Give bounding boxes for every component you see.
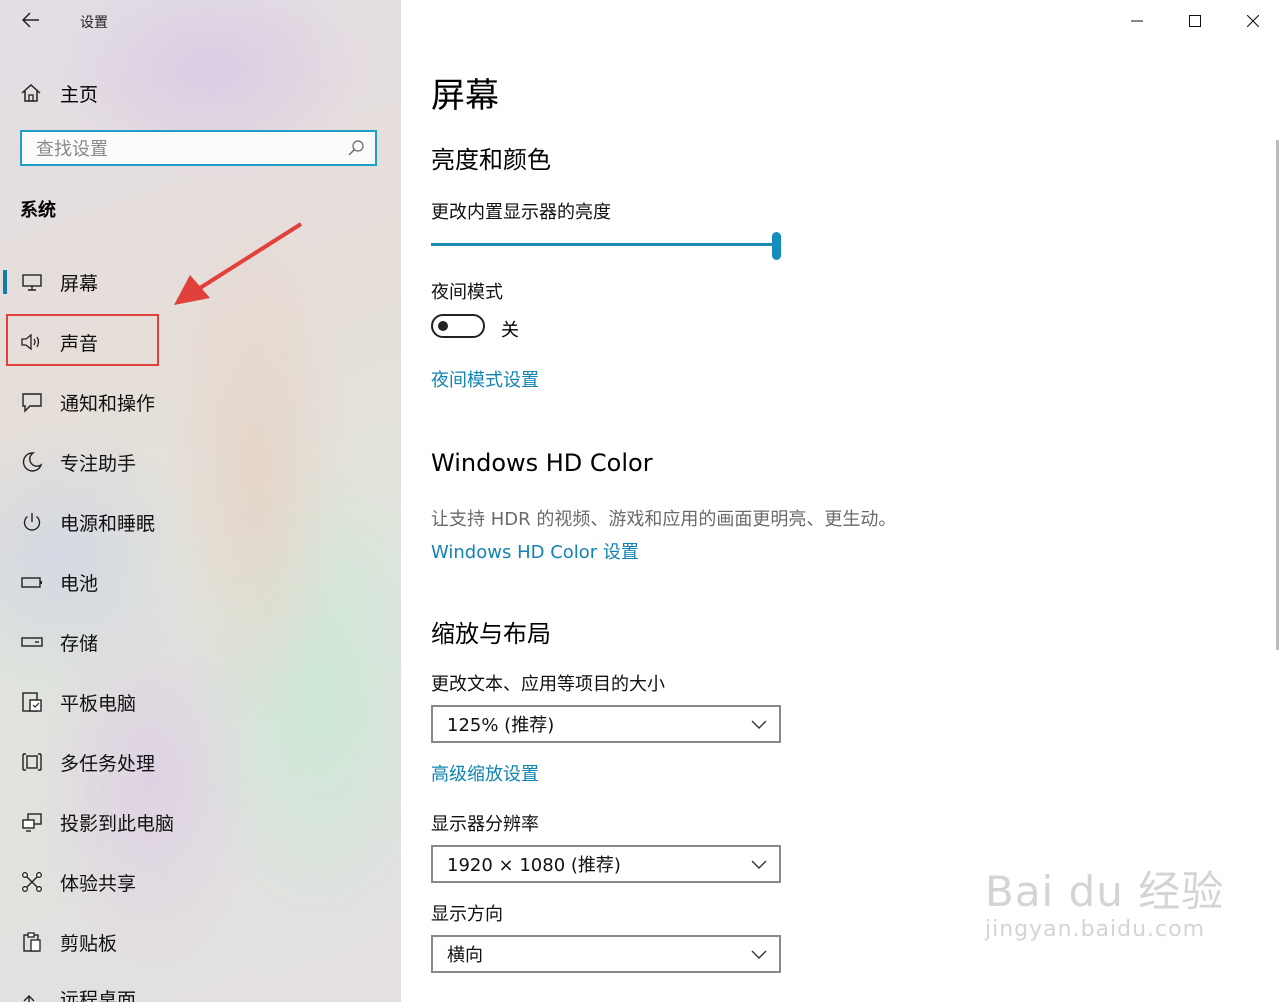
sidebar-item-tablet[interactable]: 平板电脑 [0,680,401,724]
title-bar: 设置 [0,0,401,42]
chevron-down-icon [751,950,767,959]
night-mode-state: 关 [501,320,519,341]
sidebar-item-label: 专注助手 [60,452,137,475]
resolution-label: 显示器分辨率 [431,814,539,835]
baidu-watermark: Bai du 经验 jingyan.baidu.com [985,858,1224,942]
projection-icon [20,810,44,834]
night-mode-toggle[interactable] [431,314,485,338]
sidebar-item-label: 平板电脑 [60,692,137,715]
sidebar: 设置 主页 系统 屏幕 声音 通知和操作 [0,0,401,1002]
search-box[interactable] [20,130,377,166]
resolution-value: 1920 × 1080 (推荐) [447,855,621,876]
power-icon [20,510,44,534]
brightness-label: 更改内置显示器的亮度 [431,202,611,223]
active-indicator [3,270,7,294]
hd-color-settings-link[interactable]: Windows HD Color 设置 [431,538,639,564]
hd-color-description: 让支持 HDR 的视频、游戏和应用的画面更明亮、更生动。 [431,509,897,530]
slider-thumb[interactable] [772,232,781,260]
moon-icon [20,450,44,474]
brightness-heading: 亮度和颜色 [431,146,551,174]
monitor-icon [20,270,44,294]
page-title: 屏幕 [431,76,499,116]
annotation-arrow-icon [174,222,303,305]
multitask-icon [20,750,44,774]
scale-label: 更改文本、应用等项目的大小 [431,674,665,695]
sidebar-item-label: 多任务处理 [60,752,156,775]
minimize-icon [1131,20,1143,22]
sidebar-item-label: 电池 [60,572,99,595]
sidebar-item-label: 投影到此电脑 [60,812,175,835]
sidebar-item-projection[interactable]: 投影到此电脑 [0,800,401,844]
scale-dropdown[interactable]: 125% (推荐) [431,705,781,743]
brightness-slider[interactable] [431,232,781,260]
sidebar-item-home[interactable]: 主页 [20,78,98,108]
window-controls [1108,0,1282,42]
sidebar-item-label: 体验共享 [60,872,137,895]
app-title: 设置 [80,15,108,31]
sidebar-item-power-sleep[interactable]: 电源和睡眠 [0,500,401,544]
resolution-dropdown[interactable]: 1920 × 1080 (推荐) [431,845,781,883]
orientation-label: 显示方向 [431,904,503,925]
sidebar-item-battery[interactable]: 电池 [0,560,401,604]
sidebar-item-notifications[interactable]: 通知和操作 [0,380,401,424]
clipboard-icon [20,930,44,954]
night-mode-settings-link[interactable]: 夜间模式设置 [431,366,539,392]
home-icon [21,83,41,102]
maximize-button[interactable] [1166,0,1224,42]
chevron-down-icon [751,860,767,869]
remote-desktop-icon [20,986,44,1002]
maximize-icon [1189,15,1201,27]
sidebar-item-label: 屏幕 [60,272,99,295]
watermark-logo-text: Bai du 经验 [985,867,1225,916]
hd-color-heading: Windows HD Color [431,449,653,477]
main-content: 屏幕 亮度和颜色 更改内置显示器的亮度 夜间模式 关 夜间模式设置 Window… [401,0,1282,1002]
scale-value: 125% (推荐) [447,715,555,736]
sidebar-item-label: 通知和操作 [60,392,156,415]
chevron-down-icon [751,720,767,729]
minimize-button[interactable] [1108,0,1166,42]
sidebar-item-focus-assist[interactable]: 专注助手 [0,440,401,484]
orientation-dropdown[interactable]: 横向 [431,935,781,973]
scale-layout-heading: 缩放与布局 [431,620,551,648]
search-input[interactable] [22,132,338,166]
sidebar-item-multitasking[interactable]: 多任务处理 [0,740,401,784]
close-icon [1247,15,1259,27]
search-icon[interactable] [347,139,365,157]
sidebar-item-storage[interactable]: 存储 [0,620,401,664]
back-button[interactable] [18,8,44,34]
sidebar-item-label: 剪贴板 [60,932,118,955]
sidebar-item-remote-desktop[interactable]: 远程桌面 [0,976,401,1002]
tablet-icon [20,690,44,714]
sidebar-item-clipboard[interactable]: 剪贴板 [0,920,401,964]
battery-icon [20,570,44,594]
back-arrow-icon [21,12,39,28]
slider-track [431,243,774,246]
advanced-scaling-link[interactable]: 高级缩放设置 [431,760,539,786]
night-mode-label: 夜间模式 [431,282,503,303]
section-label-system: 系统 [20,200,56,221]
storage-icon [20,630,44,654]
home-label: 主页 [60,83,99,106]
share-icon [20,870,44,894]
scrollbar[interactable] [1276,140,1279,650]
watermark-url: jingyan.baidu.com [985,917,1206,942]
sidebar-item-label: 存储 [60,632,99,655]
notification-icon [20,390,44,414]
sidebar-item-label: 电源和睡眠 [60,512,156,535]
sidebar-item-shared-experiences[interactable]: 体验共享 [0,860,401,904]
close-button[interactable] [1224,0,1282,42]
annotation-highlight-box [6,314,159,366]
sidebar-item-label: 远程桌面 [60,988,137,1002]
toggle-knob [438,321,448,331]
orientation-value: 横向 [447,945,483,966]
